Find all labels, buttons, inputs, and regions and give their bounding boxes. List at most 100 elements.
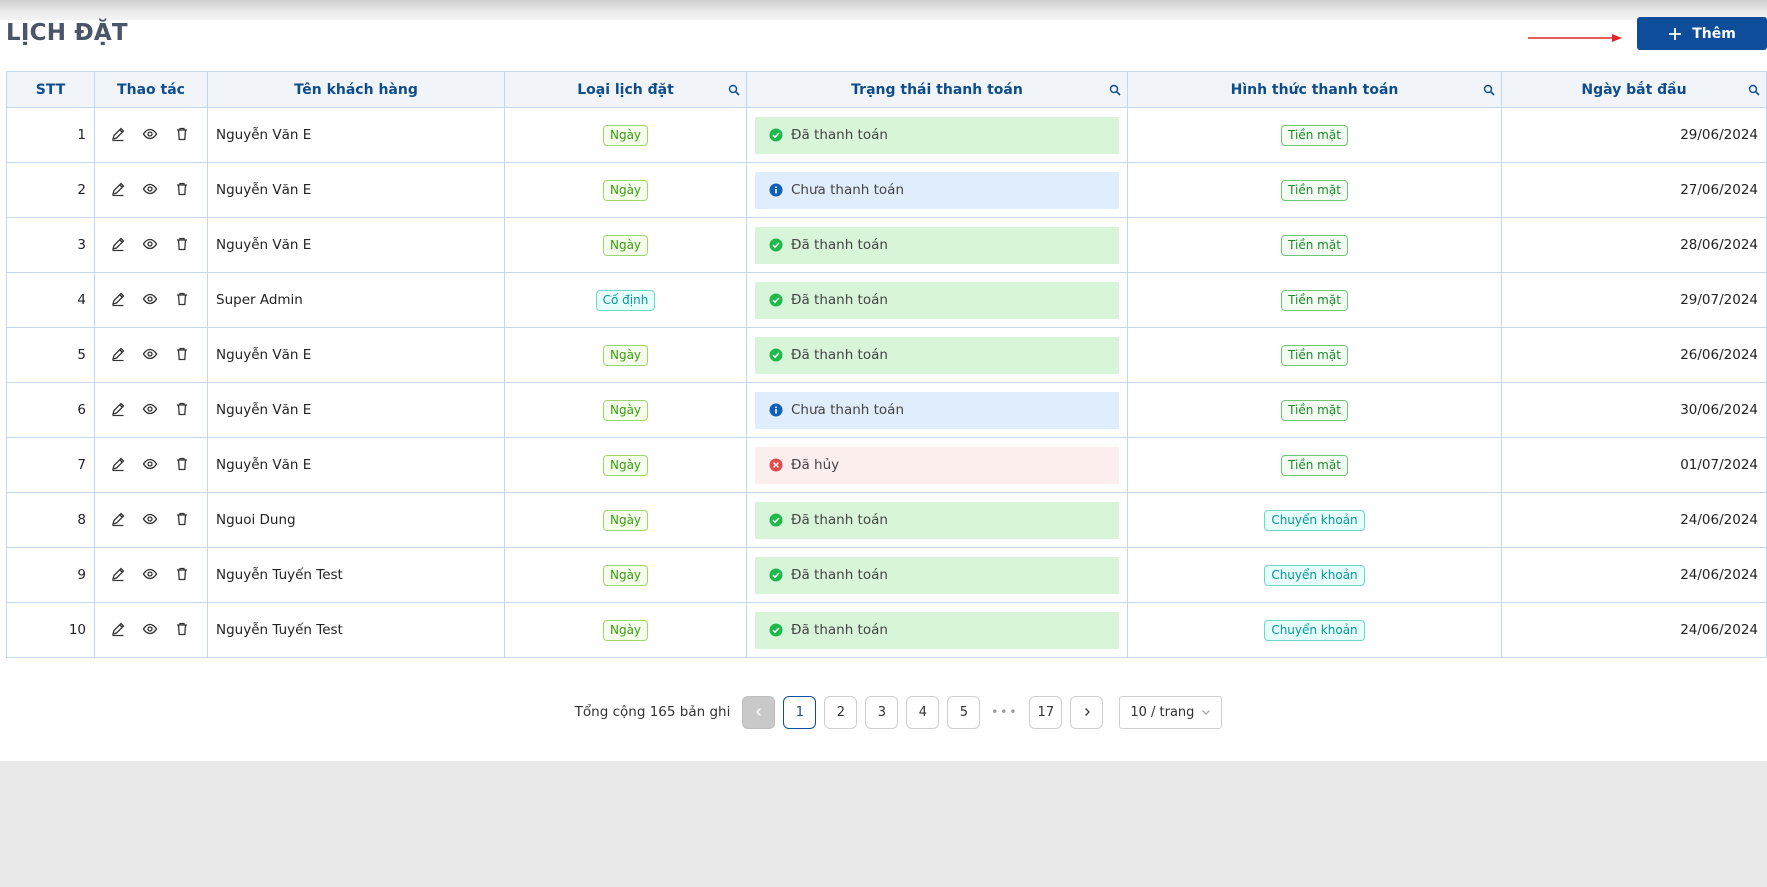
booking-type-tag: Ngày (602, 564, 649, 586)
add-button[interactable]: Thêm (1637, 17, 1767, 50)
row-start-date: 29/06/2024 (1501, 108, 1767, 162)
next-page-button[interactable] (1070, 695, 1104, 729)
payment-status-text: Đã thanh toán (791, 567, 888, 583)
trash-icon[interactable] (174, 291, 192, 309)
row-stt: 6 (6, 383, 94, 437)
col-start-date: Ngày bắt đầu (1501, 72, 1767, 107)
row-payment-method: Tiền mặt (1127, 163, 1501, 217)
page-button-5[interactable]: 5 (947, 695, 981, 729)
edit-icon[interactable] (110, 401, 128, 419)
trash-icon[interactable] (174, 126, 192, 144)
edit-icon[interactable] (110, 346, 128, 364)
col-payment-method-label: Hình thức thanh toán (1230, 81, 1399, 98)
page-button-last[interactable]: 17 (1029, 695, 1063, 729)
row-start-date: 27/06/2024 (1501, 163, 1767, 217)
eye-icon[interactable] (142, 291, 160, 309)
trash-icon[interactable] (174, 566, 192, 584)
customer-name: Nguyễn Văn E (216, 127, 312, 143)
eye-icon[interactable] (142, 456, 160, 474)
customer-name: Nguyễn Văn E (216, 402, 312, 418)
row-stt: 9 (6, 548, 94, 602)
payment-status-text: Đã thanh toán (791, 512, 888, 528)
search-filter-icon[interactable] (1748, 84, 1760, 96)
row-stt: 3 (6, 218, 94, 272)
check-circle-icon (769, 128, 783, 142)
payment-method-tag: Chuyển khoản (1264, 619, 1365, 641)
payment-status-badge: Đã hủy (755, 446, 1119, 484)
row-stt-value: 8 (77, 512, 86, 528)
check-circle-icon (769, 623, 783, 637)
check-circle-icon (769, 513, 783, 527)
row-actions (94, 273, 207, 327)
col-customer-label: Tên khách hàng (294, 81, 418, 98)
table-row: 2 Nguyễn Văn E Ngày Chưa thanh toán Tiền… (6, 163, 1767, 218)
trash-icon[interactable] (174, 511, 192, 529)
table-row: 6 Nguyễn Văn E Ngày Chưa thanh toán Tiền… (6, 383, 1767, 438)
page-button-4[interactable]: 4 (906, 695, 940, 729)
trash-icon[interactable] (174, 621, 192, 639)
row-stt-value: 10 (68, 622, 86, 638)
edit-icon[interactable] (110, 126, 128, 144)
row-stt-value: 5 (77, 347, 86, 363)
edit-icon[interactable] (110, 456, 128, 474)
eye-icon[interactable] (142, 236, 160, 254)
search-filter-icon[interactable] (1483, 84, 1495, 96)
eye-icon[interactable] (142, 126, 160, 144)
row-payment-method: Tiền mặt (1127, 218, 1501, 272)
page-button-3[interactable]: 3 (865, 695, 899, 729)
page-size-select[interactable]: 10 / trang (1119, 695, 1223, 729)
start-date-value: 24/06/2024 (1680, 622, 1758, 638)
payment-status-badge: Chưa thanh toán (755, 391, 1119, 429)
search-filter-icon[interactable] (728, 84, 740, 96)
search-filter-icon[interactable] (1109, 84, 1121, 96)
customer-name: Nguyễn Văn E (216, 182, 312, 198)
row-customer: Nguyễn Văn E (207, 108, 504, 162)
page-button-1[interactable]: 1 (783, 695, 817, 729)
row-payment-method: Tiền mặt (1127, 383, 1501, 437)
row-start-date: 26/06/2024 (1501, 328, 1767, 382)
row-booking-type: Ngày (504, 108, 746, 162)
payment-method-tag: Tiền mặt (1281, 234, 1348, 256)
payment-status-text: Đã hủy (791, 457, 840, 473)
eye-icon[interactable] (142, 566, 160, 584)
eye-icon[interactable] (142, 511, 160, 529)
table-row: 9 Nguyễn Tuyến Test Ngày Đã thanh toán C… (6, 548, 1767, 603)
edit-icon[interactable] (110, 511, 128, 529)
row-actions (94, 108, 207, 162)
eye-icon[interactable] (142, 621, 160, 639)
eye-icon[interactable] (142, 346, 160, 364)
edit-icon[interactable] (110, 181, 128, 199)
row-customer: Nguyễn Văn E (207, 383, 504, 437)
edit-icon[interactable] (110, 236, 128, 254)
table-row: 8 Nguoi Dung Ngày Đã thanh toán Chuyển k… (6, 493, 1767, 548)
payment-method-tag: Tiền mặt (1281, 399, 1348, 421)
booking-type-tag: Ngày (602, 344, 649, 366)
start-date-value: 28/06/2024 (1680, 237, 1758, 253)
eye-icon[interactable] (142, 181, 160, 199)
trash-icon[interactable] (174, 346, 192, 364)
trash-icon[interactable] (174, 181, 192, 199)
eye-icon[interactable] (142, 401, 160, 419)
total-records: Tổng cộng 165 bản ghi (574, 704, 731, 720)
table-row: 4 Super Admin Cố định Đã thanh toán Tiền… (6, 273, 1767, 328)
row-booking-type: Cố định (504, 273, 746, 327)
page-jump-dots[interactable]: ••• (988, 705, 1021, 719)
edit-icon[interactable] (110, 621, 128, 639)
prev-page-button[interactable] (742, 695, 776, 729)
customer-name: Nguyễn Tuyến Test (216, 567, 343, 583)
table-row: 10 Nguyễn Tuyến Test Ngày Đã thanh toán … (6, 603, 1767, 658)
start-date-value: 24/06/2024 (1680, 512, 1758, 528)
row-start-date: 01/07/2024 (1501, 438, 1767, 492)
payment-status-badge: Đã thanh toán (755, 116, 1119, 154)
payment-status-badge: Đã thanh toán (755, 556, 1119, 594)
customer-name: Super Admin (216, 292, 303, 308)
page-button-2[interactable]: 2 (824, 695, 858, 729)
trash-icon[interactable] (174, 236, 192, 254)
table-header: STT Thao tác Tên khách hàng Loại lịch đặ… (6, 71, 1767, 108)
trash-icon[interactable] (174, 456, 192, 474)
trash-icon[interactable] (174, 401, 192, 419)
row-payment-status: Đã hủy (746, 438, 1127, 492)
edit-icon[interactable] (110, 566, 128, 584)
payment-status-text: Đã thanh toán (791, 622, 888, 638)
edit-icon[interactable] (110, 291, 128, 309)
